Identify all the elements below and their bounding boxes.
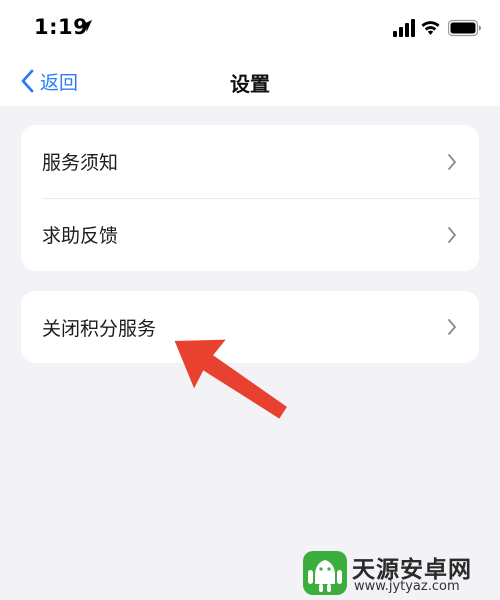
- watermark: 天源安卓网 www.jytyaz.com: [300, 548, 495, 598]
- chevron-right-icon: [448, 319, 456, 335]
- watermark-url: www.jytyaz.com: [354, 579, 460, 594]
- navigation-bar: 返回 设置: [0, 58, 500, 106]
- android-logo-icon: [303, 551, 347, 595]
- red-arrow-icon: [174, 339, 287, 419]
- settings-item-service-notice[interactable]: 服务须知: [21, 125, 479, 199]
- page-title: 设置: [230, 72, 270, 96]
- chevron-right-icon: [448, 226, 456, 243]
- phone-screen: 1:19 返回 设置 服务须知 求助反馈 关闭积分服务 天源安卓网 www.jy…: [0, 0, 500, 600]
- status-bar: 1:19: [0, 0, 500, 58]
- settings-item-label: 求助反馈: [42, 225, 119, 247]
- settings-item-label: 服务须知: [42, 152, 119, 174]
- wifi-icon: [421, 21, 440, 35]
- settings-group-general: 服务须知 求助反馈: [21, 125, 479, 271]
- location-arrow-icon: [80, 20, 92, 32]
- battery-icon: [448, 19, 481, 37]
- settings-item-label: 关闭积分服务: [42, 317, 157, 340]
- cellular-signal-icon: [393, 19, 415, 37]
- chevron-right-icon: [448, 153, 456, 170]
- settings-item-help-feedback[interactable]: 求助反馈: [21, 198, 479, 271]
